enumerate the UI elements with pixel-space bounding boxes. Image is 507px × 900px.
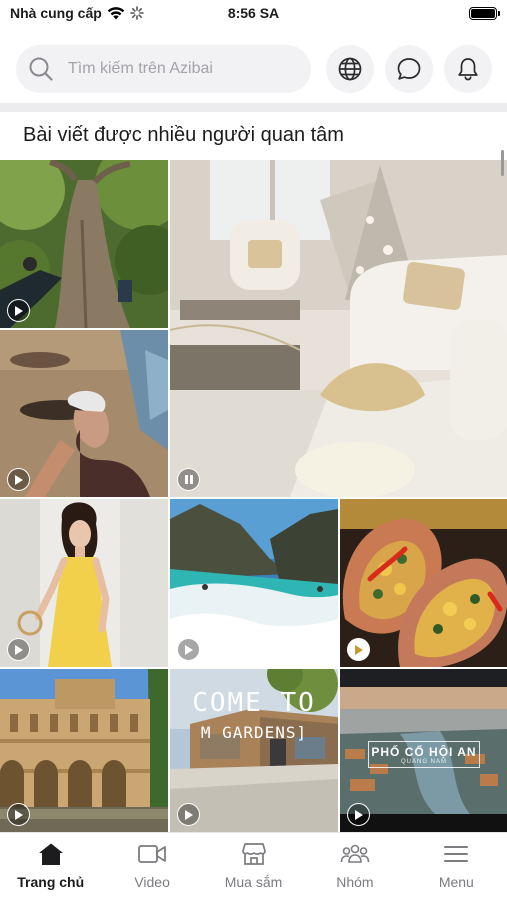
- chat-bubble-icon: [397, 58, 421, 80]
- play-icon: [15, 474, 23, 485]
- play-icon: [15, 809, 23, 820]
- menu-icon: [444, 846, 469, 862]
- tab-shop[interactable]: Mua sắm: [203, 833, 304, 900]
- video-icon: [138, 845, 167, 863]
- post-tile-palace-courtyard[interactable]: [0, 669, 168, 832]
- globe-icon: [338, 57, 362, 81]
- play-icon: [185, 809, 193, 820]
- status-bar: Nhà cung cấp 8:56 SA: [0, 0, 507, 28]
- section-title: Bài viết được nhiều người quan tâm: [23, 124, 344, 146]
- tab-groups[interactable]: Nhóm: [304, 833, 405, 900]
- scroll-indicator[interactable]: [501, 150, 504, 176]
- play-icon: [185, 644, 193, 655]
- bell-icon: [458, 58, 478, 81]
- tab-label: Menu: [438, 874, 474, 890]
- search-icon: [29, 57, 53, 81]
- post-tile-tree-climbing[interactable]: [0, 160, 168, 328]
- carrier-name: Nhà cung cấp: [10, 5, 102, 21]
- search-input[interactable]: [68, 60, 278, 78]
- post-tile-stuffed-squid-dish[interactable]: [340, 499, 507, 667]
- video-indicator: [7, 803, 30, 826]
- battery-icon: [469, 7, 500, 20]
- notifications-button[interactable]: [444, 45, 492, 93]
- tab-label: Trang chủ: [17, 874, 85, 890]
- tab-label: Video: [134, 874, 170, 890]
- play-icon: [15, 644, 23, 655]
- messages-button[interactable]: [385, 45, 433, 93]
- tab-menu[interactable]: Menu: [406, 833, 507, 900]
- video-indicator: [7, 638, 30, 661]
- play-icon: [15, 305, 23, 316]
- tab-label: Mua sắm: [224, 874, 283, 890]
- post-tile-garden-house[interactable]: COME TO M GARDENS]: [170, 669, 338, 832]
- play-icon: [355, 644, 363, 655]
- tab-home[interactable]: Trang chủ: [0, 833, 101, 900]
- pause-icon: [184, 475, 193, 484]
- play-icon: [355, 809, 363, 820]
- group-icon: [340, 844, 370, 863]
- section-divider: [0, 103, 507, 112]
- video-indicator: [347, 803, 370, 826]
- video-indicator: [177, 803, 200, 826]
- loading-spinner-icon: [129, 6, 144, 20]
- video-indicator: [7, 299, 30, 322]
- post-tile-yellow-dress-model[interactable]: [0, 499, 168, 667]
- wifi-icon: [107, 7, 124, 20]
- video-indicator: [7, 468, 30, 491]
- post-tile-living-room-christmas[interactable]: [170, 160, 507, 497]
- bottom-tab-bar: Trang chủ Video Mua sắm Nhóm Menu: [0, 832, 507, 900]
- post-tile-beach-selfie[interactable]: [0, 330, 168, 497]
- video-indicator: [177, 638, 200, 661]
- popular-posts-grid: COME TO M GARDENS] PHỐ CỔ HỘI AN QUẢNG N…: [0, 160, 507, 832]
- search-bar[interactable]: [16, 45, 311, 93]
- post-tile-hoi-an-aerial[interactable]: PHỐ CỔ HỘI AN QUẢNG NAM: [340, 669, 507, 832]
- shop-icon: [241, 843, 266, 865]
- carrier-info: Nhà cung cấp: [10, 5, 144, 21]
- pause-indicator: [177, 468, 200, 491]
- post-thumbnail: [170, 160, 507, 497]
- video-indicator: [347, 638, 370, 661]
- post-tile-sea-cliffs[interactable]: [170, 499, 338, 667]
- tab-video[interactable]: Video: [101, 833, 202, 900]
- tab-label: Nhóm: [336, 874, 374, 890]
- home-icon: [38, 843, 63, 865]
- language-button[interactable]: [326, 45, 374, 93]
